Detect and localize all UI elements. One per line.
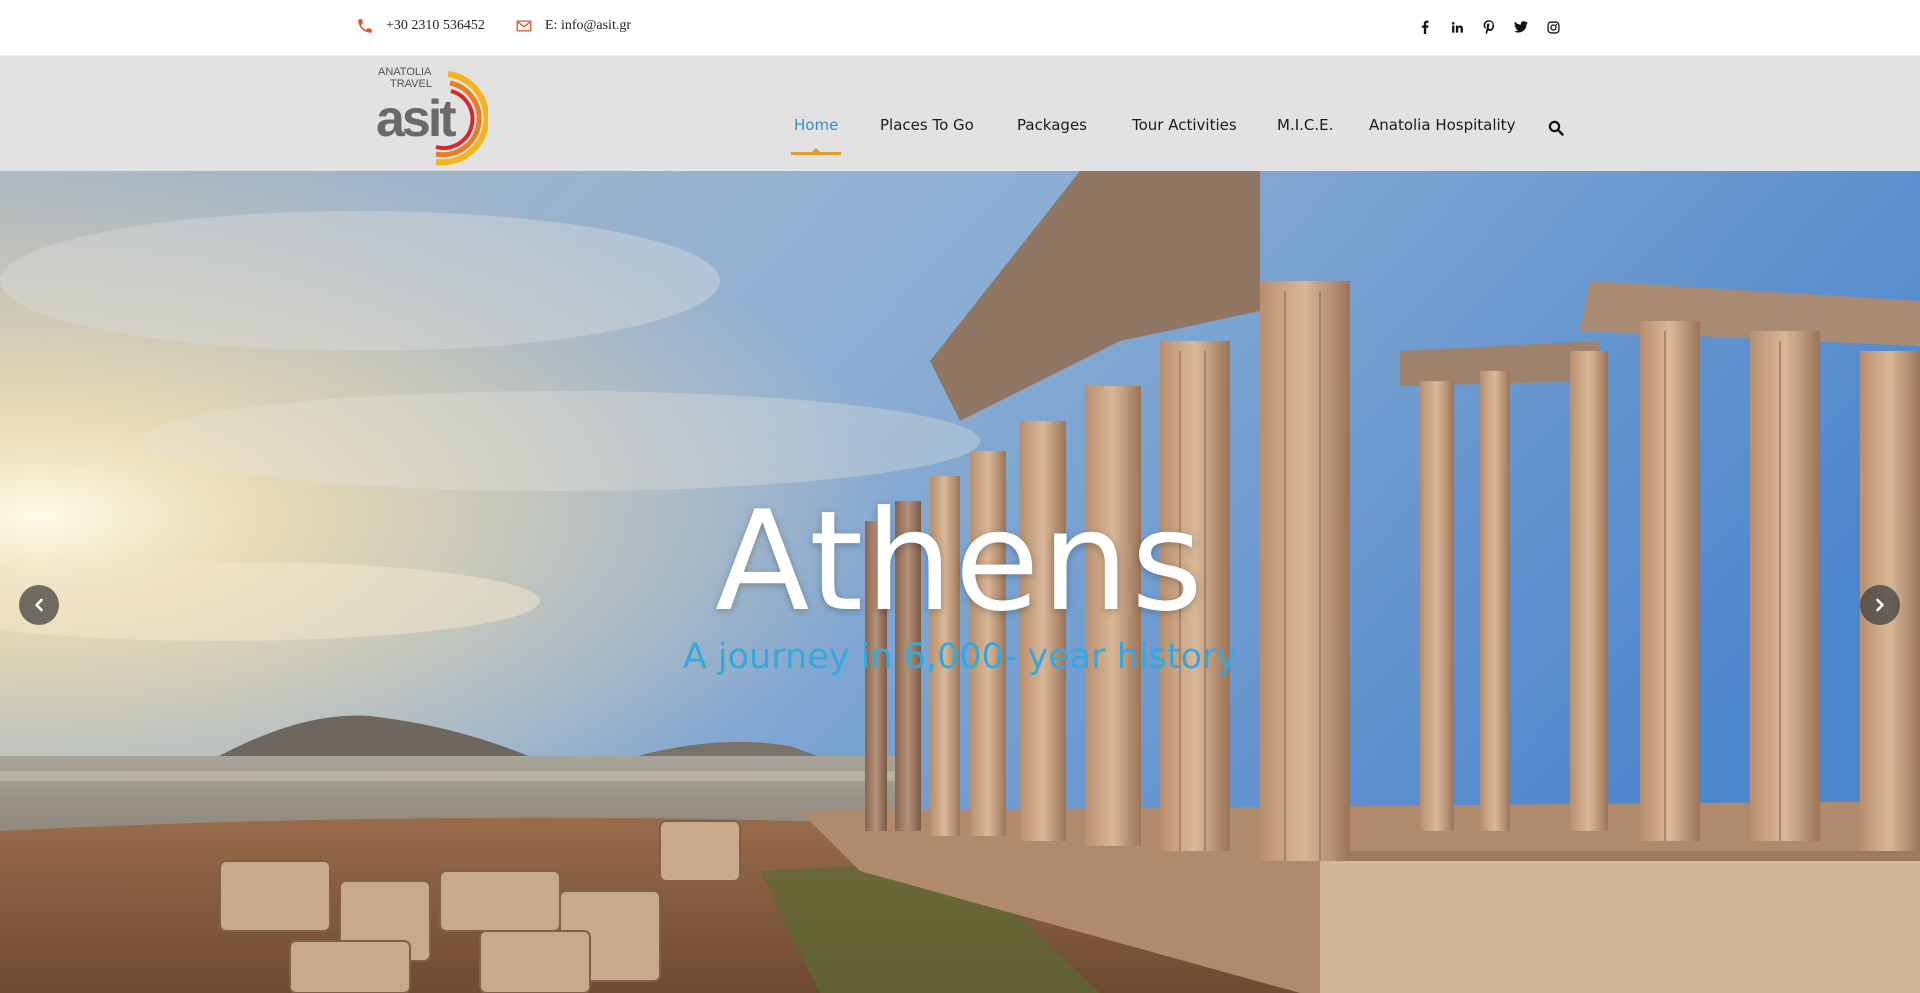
chevron-left-icon xyxy=(35,598,43,612)
nav-item-packages[interactable]: Packages xyxy=(1017,116,1087,134)
nav-item-places-to-go[interactable]: Places To Go xyxy=(880,116,974,134)
nav-item-anatolia-hospitality[interactable]: Anatolia Hospitality xyxy=(1369,116,1515,134)
logo-line2: TRAVEL xyxy=(390,78,432,90)
phone-contact[interactable]: +30 2310 536452 xyxy=(356,17,485,35)
asit-logo[interactable]: ANATOLIA TRAVEL asit xyxy=(376,62,488,166)
email-address: E: info@asit.gr xyxy=(545,18,631,33)
site-header: ANATOLIA TRAVEL asit Home Places To Go P… xyxy=(0,56,1920,171)
phone-icon xyxy=(358,19,372,33)
hero-title: Athens xyxy=(715,481,1205,642)
instagram-icon[interactable] xyxy=(1544,18,1562,36)
hero-slider: Athens A journey in 6,000- year history xyxy=(0,171,1920,993)
chevron-right-icon xyxy=(1876,598,1884,612)
hero-subtitle: A journey in 6,000- year history xyxy=(682,637,1238,677)
logo-line1: ANATOLIA xyxy=(378,66,432,78)
email-contact[interactable]: E: info@asit.gr xyxy=(515,17,631,35)
social-links xyxy=(1416,18,1562,36)
pinterest-icon[interactable] xyxy=(1480,18,1498,36)
main-nav: Home Places To Go Packages Tour Activiti… xyxy=(0,116,1920,155)
envelope-icon xyxy=(516,20,532,32)
linkedin-icon[interactable] xyxy=(1448,18,1466,36)
phone-number: +30 2310 536452 xyxy=(386,18,485,33)
search-icon[interactable] xyxy=(1548,120,1564,136)
top-bar: +30 2310 536452 E: info@asit.gr xyxy=(0,0,1920,56)
nav-item-tour-activities[interactable]: Tour Activities xyxy=(1132,116,1237,134)
slider-next-button[interactable] xyxy=(1860,585,1900,625)
slider-prev-button[interactable] xyxy=(19,585,59,625)
nav-item-mice[interactable]: M.I.C.E. xyxy=(1277,116,1333,134)
nav-item-home[interactable]: Home xyxy=(790,116,842,155)
facebook-icon[interactable] xyxy=(1416,18,1434,36)
twitter-icon[interactable] xyxy=(1512,18,1530,36)
